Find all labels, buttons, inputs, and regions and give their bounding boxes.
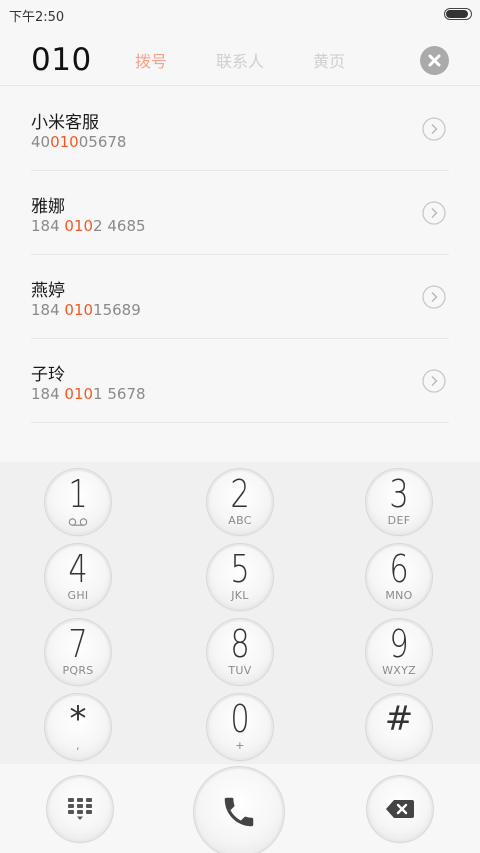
list-item[interactable]: 子玲 184 0101 5678 — [31, 339, 449, 423]
key-hash[interactable]: # — [368, 696, 430, 758]
contact-name: 子玲 — [31, 365, 65, 385]
key-digit: 7 — [68, 622, 88, 666]
contact-name: 雅娜 — [31, 197, 65, 217]
key-digit: 6 — [389, 547, 409, 591]
key-letters: WXYZ — [382, 664, 416, 677]
key-digit: * — [69, 699, 87, 739]
tab-yellow-pages[interactable]: 黄页 — [313, 48, 345, 72]
search-results: 小米客服 4001005678 雅娜 184 0102 4685 燕婷 184 … — [0, 87, 480, 423]
key-digit: 9 — [389, 622, 409, 666]
contact-number: 4001005678 — [31, 133, 126, 151]
chevron-right-icon[interactable] — [422, 369, 446, 393]
key-star[interactable]: * , — [47, 696, 109, 758]
number-match: 010 — [64, 217, 94, 235]
key-digit: 3 — [389, 472, 409, 516]
key-letters: PQRS — [62, 664, 94, 677]
chevron-right-icon[interactable] — [422, 285, 446, 309]
key-digit: 0 — [230, 697, 250, 741]
tab-dial[interactable]: 拨号 — [135, 48, 167, 72]
list-item[interactable]: 雅娜 184 0102 4685 — [31, 171, 449, 255]
key-7[interactable]: 7 PQRS — [47, 621, 109, 683]
dialpad-toggle-button[interactable] — [49, 778, 111, 840]
number-prefix: 184 — [31, 385, 65, 403]
key-3[interactable]: 3 DEF — [368, 471, 430, 533]
number-match: 010 — [64, 385, 94, 403]
key-4[interactable]: 4 GHI — [47, 546, 109, 608]
backspace-icon — [386, 800, 414, 818]
key-letters: DEF — [387, 514, 411, 527]
status-bar: 下午2:50 — [0, 0, 480, 28]
key-0[interactable]: 0 + — [209, 696, 271, 758]
chevron-right-icon[interactable] — [422, 117, 446, 141]
list-item[interactable]: 小米客服 4001005678 — [31, 87, 449, 171]
key-digit: 1 — [68, 472, 88, 516]
chevron-right-icon[interactable] — [422, 201, 446, 225]
key-letters: ABC — [228, 514, 252, 527]
phone-icon — [224, 797, 254, 827]
number-suffix: 15689 — [93, 301, 141, 319]
key-6[interactable]: 6 MNO — [368, 546, 430, 608]
status-time: 下午2:50 — [9, 10, 65, 25]
dialpad-icon — [68, 798, 92, 820]
number-suffix: 1 5678 — [93, 385, 146, 403]
key-letters: JKL — [231, 589, 249, 602]
number-suffix: 05678 — [78, 133, 127, 151]
key-2[interactable]: 2 ABC — [209, 471, 271, 533]
contact-number: 184 01015689 — [31, 301, 141, 319]
number-prefix: 184 — [31, 217, 65, 235]
action-bar — [0, 764, 480, 853]
number-prefix: 40 — [31, 133, 51, 151]
contact-name: 小米客服 — [31, 113, 99, 133]
close-icon — [428, 54, 441, 67]
dialer-header: 010 拨号 联系人 黄页 — [0, 28, 480, 86]
key-digit: 4 — [68, 547, 88, 591]
battery-level — [446, 10, 468, 18]
key-digit: 5 — [230, 547, 250, 591]
dialed-number: 010 — [31, 42, 92, 78]
list-item[interactable]: 燕婷 184 01015689 — [31, 255, 449, 339]
key-8[interactable]: 8 TUV — [209, 621, 271, 683]
tab-contacts[interactable]: 联系人 — [216, 48, 264, 72]
call-button[interactable] — [196, 769, 282, 853]
contact-number: 184 0102 4685 — [31, 217, 146, 235]
key-1[interactable]: 1 — [47, 471, 109, 533]
contact-number: 184 0101 5678 — [31, 385, 146, 403]
key-letters: GHI — [67, 589, 89, 602]
key-5[interactable]: 5 JKL — [209, 546, 271, 608]
voicemail-icon — [68, 518, 88, 526]
number-match: 010 — [50, 133, 79, 151]
dial-keypad: 1 2 ABC 3 DEF 4 GHI 5 JKL 6 MNO 7 PQRS 8… — [0, 462, 480, 764]
key-digit: 8 — [230, 622, 250, 666]
battery-icon — [444, 8, 472, 20]
contact-name: 燕婷 — [31, 281, 65, 301]
key-digit: 2 — [230, 472, 250, 516]
key-letters: , — [76, 739, 80, 752]
key-9[interactable]: 9 WXYZ — [368, 621, 430, 683]
number-suffix: 2 4685 — [93, 217, 146, 235]
key-digit: # — [384, 699, 414, 739]
key-letters: + — [235, 739, 245, 752]
key-letters: MNO — [385, 589, 413, 602]
key-letters: TUV — [228, 664, 252, 677]
number-prefix: 184 — [31, 301, 65, 319]
backspace-button[interactable] — [369, 778, 431, 840]
number-match: 010 — [64, 301, 94, 319]
clear-input-button[interactable] — [420, 46, 449, 75]
